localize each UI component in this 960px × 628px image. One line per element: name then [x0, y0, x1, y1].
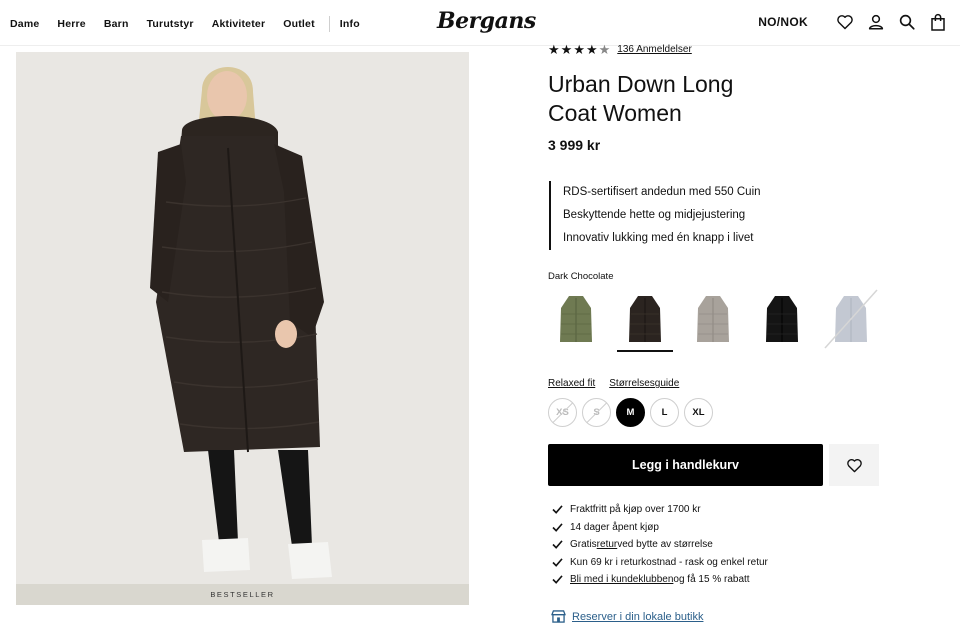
product-title-line-1: Urban Down Long	[548, 71, 734, 97]
selected-color-label: Dark Chocolate	[548, 271, 614, 282]
add-to-cart-button[interactable]: Legg i handlekurv	[548, 444, 823, 486]
add-to-wishlist-button[interactable]	[829, 444, 879, 486]
benefit-text: Kun 69 kr i returkostnad - rask og enkel…	[570, 556, 768, 568]
star-icon: ★	[548, 42, 560, 56]
site-header: Dame Herre Barn Turutstyr Aktiviteter Ou…	[0, 0, 960, 46]
half-star-icon: ★	[598, 42, 611, 56]
product-price: 3 999 kr	[548, 137, 601, 153]
model-wearing-coat-image	[16, 52, 469, 605]
fit-info-link[interactable]: Relaxed fit	[548, 378, 595, 389]
checkmark-icon	[552, 558, 564, 567]
benefit-item: Gratis retur ved bytte av størrelse	[552, 536, 768, 554]
reserve-in-store-link[interactable]: Reserver i din lokale butikk	[551, 610, 703, 623]
benefit-item: Kun 69 kr i returkostnad - rask og enkel…	[552, 554, 768, 572]
benefit-text: 14 dager åpent kjøp	[570, 521, 659, 533]
size-option-xs[interactable]: XS	[548, 398, 577, 427]
reserve-in-store-text: Reserver i din lokale butikk	[572, 610, 704, 623]
benefit-item: Fraktfritt på kjøp over 1700 kr	[552, 501, 768, 519]
star-rating: ★ ★ ★ ★ ★	[548, 43, 611, 56]
product-title: Urban Down Long Coat Women	[548, 70, 808, 128]
coat-thumbnail	[628, 296, 661, 342]
rating-row[interactable]: ★ ★ ★ ★ ★ 136 Anmeldelser	[548, 42, 692, 56]
search-icon[interactable]	[897, 12, 917, 32]
star-icon: ★	[585, 42, 598, 56]
checkmark-icon	[552, 523, 564, 532]
size-option-s[interactable]: S	[582, 398, 611, 427]
nav-item-herre[interactable]: Herre	[57, 18, 85, 30]
store-icon	[551, 610, 566, 623]
brand-logo[interactable]: Bergans	[437, 8, 536, 34]
feature-item: Innovativ lukking med én knapp i livet	[563, 232, 754, 244]
header-actions: NO/NOK	[758, 12, 948, 32]
size-option-xl[interactable]: XL	[684, 398, 713, 427]
nav-item-barn[interactable]: Barn	[104, 18, 129, 30]
size-option-l[interactable]: L	[650, 398, 679, 427]
return-link[interactable]: retur	[597, 536, 618, 554]
reviews-link[interactable]: 136 Anmeldelser	[617, 44, 692, 55]
main-nav: Dame Herre Barn Turutstyr Aktiviteter Ou…	[10, 16, 378, 32]
coat-thumbnail	[766, 296, 799, 342]
benefit-text: Fraktfritt på kjøp over 1700 kr	[570, 504, 701, 515]
size-selector: XS S M L XL	[548, 398, 718, 427]
customer-club-link[interactable]: Bli med i kundeklubben	[570, 571, 673, 589]
coat-thumbnail	[560, 296, 592, 342]
product-image[interactable]: BESTSELLER	[16, 52, 469, 605]
checkmark-icon	[552, 505, 564, 515]
product-title-line-2: Coat Women	[548, 100, 682, 126]
benefit-item: 14 dager åpent kjøp	[552, 519, 768, 537]
feature-list: RDS-sertifisert andedun med 550 Cuin Bes…	[549, 181, 761, 250]
bestseller-badge: BESTSELLER	[16, 584, 469, 605]
coat-thumbnail	[697, 296, 730, 342]
color-swatch-grey-beige[interactable]	[685, 286, 741, 352]
shopping-bag-icon[interactable]	[928, 12, 948, 32]
size-links: Relaxed fit Størrelsesguide	[548, 378, 693, 389]
benefit-text-suffix: og få 15 % rabatt	[673, 574, 750, 585]
nav-divider	[328, 16, 330, 32]
size-option-m[interactable]: M	[616, 398, 645, 427]
color-swatch-dark-chocolate[interactable]	[616, 286, 673, 352]
checkmark-icon	[552, 540, 564, 550]
color-swatch-olive[interactable]	[548, 286, 604, 352]
star-icon: ★	[573, 42, 585, 56]
nav-item-aktiviteter[interactable]: Aktiviteter	[212, 18, 266, 30]
feature-item: RDS-sertifisert andedun med 550 Cuin	[563, 186, 761, 198]
account-user-icon[interactable]	[866, 12, 886, 32]
locale-selector[interactable]: NO/NOK	[758, 15, 808, 29]
color-swatch-black[interactable]	[754, 286, 810, 352]
checkmark-icon	[552, 575, 564, 585]
benefit-text-suffix: ved bytte av størrelse	[617, 539, 713, 550]
feature-item: Beskyttende hette og midjejustering	[563, 209, 746, 221]
coat-thumbnail	[824, 289, 878, 349]
nav-item-outlet[interactable]: Outlet	[283, 18, 315, 30]
nav-item-turutstyr[interactable]: Turutstyr	[147, 18, 194, 30]
heart-icon	[846, 458, 862, 472]
benefit-text-prefix: Gratis	[570, 539, 597, 550]
color-swatch-light-blue-unavailable[interactable]	[823, 286, 879, 352]
star-icon: ★	[560, 42, 573, 56]
nav-item-dame[interactable]: Dame	[10, 18, 39, 30]
benefit-list: Fraktfritt på kjøp over 1700 kr 14 dager…	[552, 501, 768, 589]
nav-item-info[interactable]: Info	[340, 18, 360, 30]
color-swatches	[548, 286, 891, 352]
size-guide-link[interactable]: Størrelsesguide	[609, 378, 679, 389]
wishlist-heart-icon[interactable]	[835, 12, 855, 32]
benefit-item: Bli med i kundeklubben og få 15 % rabatt	[552, 571, 768, 589]
